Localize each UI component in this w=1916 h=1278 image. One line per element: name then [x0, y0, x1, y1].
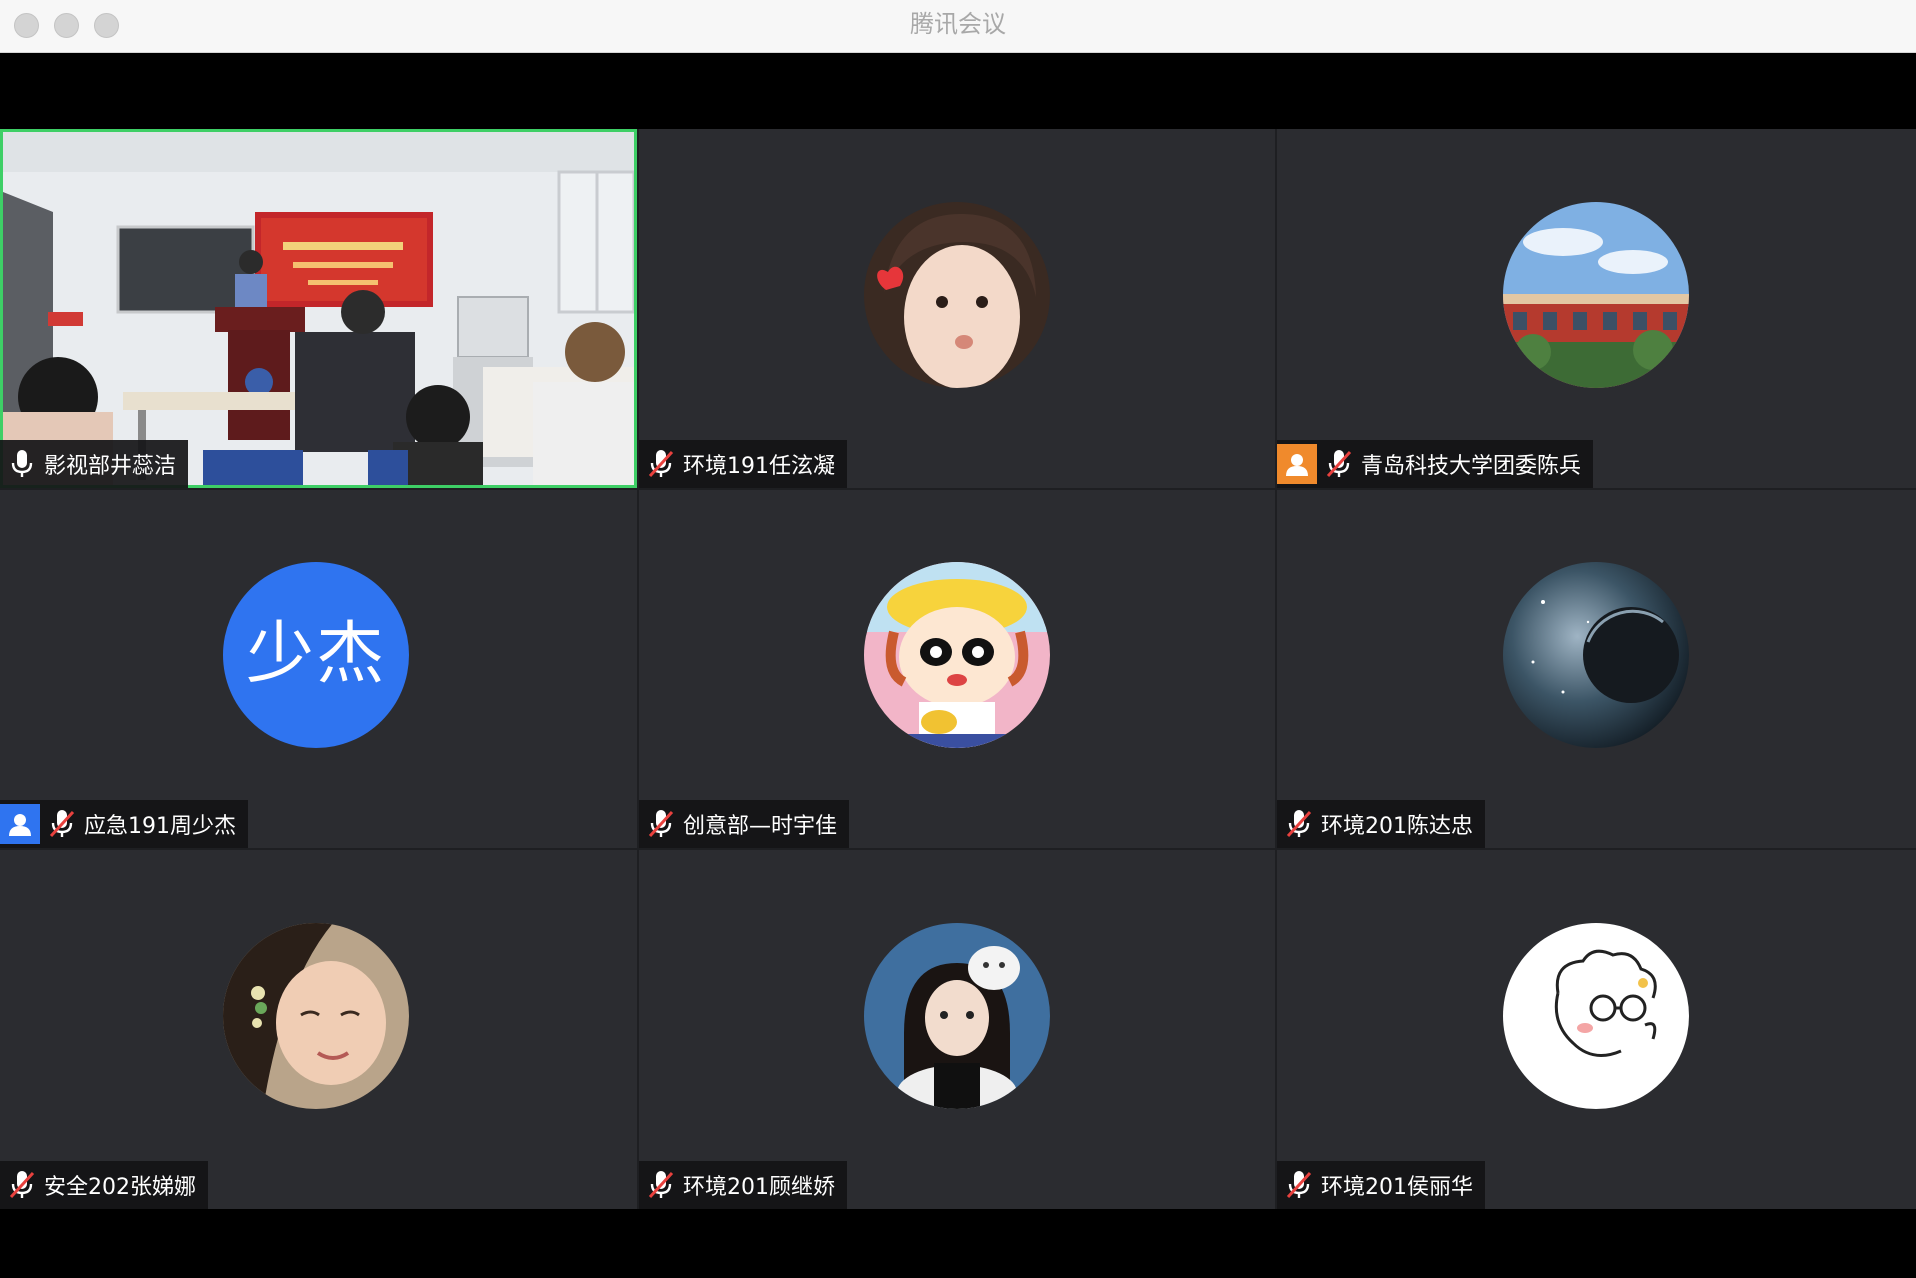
microphone-muted-icon[interactable] [647, 808, 675, 840]
participant-avatar [223, 923, 409, 1109]
participant-name: 环境191任泫凝 [683, 454, 835, 479]
initials-avatar: 少杰 [223, 562, 409, 748]
participant-name-label: 青岛科技大学团委陈兵 [1277, 440, 1594, 488]
participant-name-label: 环境201顾继娇 [639, 1161, 847, 1209]
participant-tile-6[interactable]: 环境201陈达忠 [1277, 490, 1916, 848]
participant-avatar [1503, 562, 1689, 748]
participant-video-grid: 影视部井蕊洁 环境191任泫凝 青岛科技大学团委陈兵 少杰 应急191周少杰 创… [0, 129, 1916, 1209]
participant-tile-8[interactable]: 环境201顾继娇 [639, 850, 1275, 1209]
participant-tile-7[interactable]: 安全202张娣娜 [0, 850, 637, 1209]
participant-avatar [864, 923, 1050, 1109]
host-badge-icon [1277, 444, 1317, 484]
participant-name: 安全202张娣娜 [44, 1175, 196, 1200]
microphone-muted-icon[interactable] [647, 448, 675, 480]
microphone-muted-icon[interactable] [1285, 1169, 1313, 1201]
participant-name-label: 环境191任泫凝 [639, 440, 847, 488]
participant-name: 创意部—时宇佳 [683, 814, 838, 839]
participant-name: 环境201顾继娇 [683, 1175, 835, 1200]
participant-name: 应急191周少杰 [84, 814, 236, 839]
participant-name-label: 环境201陈达忠 [1277, 800, 1485, 848]
classroom-video-feed [3, 132, 634, 485]
participant-tile-1[interactable]: 影视部井蕊洁 [0, 129, 637, 488]
participant-tile-3[interactable]: 青岛科技大学团委陈兵 [1277, 129, 1916, 488]
participant-name-label: 安全202张娣娜 [0, 1161, 208, 1209]
participant-avatar [1503, 202, 1689, 388]
participant-tile-2[interactable]: 环境191任泫凝 [639, 129, 1275, 488]
meeting-window: 腾讯会议 影视部井蕊洁 环境191任泫凝 青岛科技大学团委陈兵 少杰 应急191… [0, 0, 1916, 1278]
participant-avatar [864, 562, 1050, 748]
participant-avatar [1503, 923, 1689, 1109]
microphone-muted-icon[interactable] [8, 1169, 36, 1201]
participant-name: 环境201侯丽华 [1321, 1175, 1473, 1200]
participant-tile-5[interactable]: 创意部—时宇佳 [639, 490, 1275, 848]
participant-name-label: 环境201侯丽华 [1277, 1161, 1485, 1209]
participant-name: 影视部井蕊洁 [44, 454, 177, 479]
participant-name: 环境201陈达忠 [1321, 814, 1473, 839]
participant-name-label: 创意部—时宇佳 [639, 800, 850, 848]
participant-tile-9[interactable]: 环境201侯丽华 [1277, 850, 1916, 1209]
participant-name-label: 影视部井蕊洁 [0, 440, 189, 488]
user-badge-icon [0, 804, 40, 844]
title-bar: 腾讯会议 [0, 0, 1916, 53]
window-title: 腾讯会议 [910, 10, 1006, 38]
top-toolbar-area [0, 53, 1916, 129]
microphone-muted-icon[interactable] [1325, 448, 1353, 480]
microphone-muted-icon[interactable] [1285, 808, 1313, 840]
participant-tile-4[interactable]: 少杰 应急191周少杰 [0, 490, 637, 848]
participant-avatar [864, 202, 1050, 388]
microphone-muted-icon[interactable] [48, 808, 76, 840]
microphone-muted-icon[interactable] [647, 1169, 675, 1201]
bottom-black-bar [0, 1209, 1916, 1278]
microphone-icon[interactable] [8, 448, 36, 480]
participant-name: 青岛科技大学团委陈兵 [1361, 454, 1582, 479]
participant-name-label: 应急191周少杰 [0, 800, 248, 848]
